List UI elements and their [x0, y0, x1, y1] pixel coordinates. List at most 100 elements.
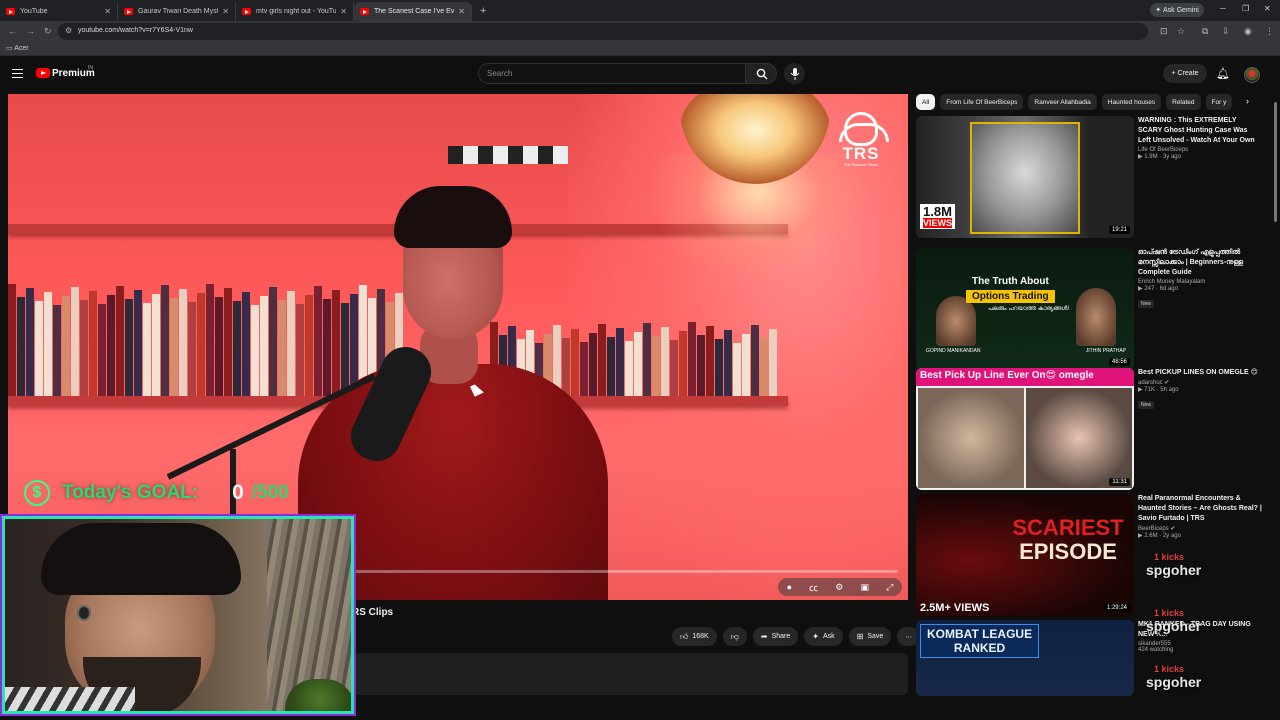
book-spine — [143, 303, 151, 396]
thumbnail-name-right: JITHIN PRATHAP — [1085, 348, 1126, 354]
browser-tab[interactable]: mtv girls night out - YouTube ✕ — [236, 2, 354, 21]
channel-name[interactable]: BeerBiceps ✔ — [1138, 525, 1262, 532]
create-label: Create — [1177, 70, 1199, 77]
save-button[interactable]: ⊞ Save — [848, 627, 892, 646]
miniplayer-icon[interactable]: ▣ — [861, 582, 870, 593]
video-thumbnail[interactable]: SCARIEST EPISODE 2.5M+ VIEWS 1:29:24 — [916, 494, 1134, 616]
browser-tab[interactable]: Gaurav Tiwari Death Mystery S ✕ — [118, 2, 236, 21]
book-spine — [224, 288, 232, 396]
autoplay-toggle-icon[interactable]: ● — [787, 582, 792, 592]
book-spine — [26, 288, 34, 396]
maximize-icon[interactable]: ❐ — [1242, 4, 1249, 13]
share-icon: ➦ — [760, 632, 768, 641]
book-spine — [107, 295, 115, 396]
reload-icon[interactable]: ↻ — [44, 26, 52, 37]
chevron-right-icon[interactable]: › — [1246, 96, 1249, 106]
close-tab-icon[interactable]: ✕ — [458, 7, 465, 16]
install-icon[interactable]: ⊡ — [1160, 26, 1168, 37]
book-spine — [206, 284, 214, 396]
thumbnail-text: The Truth About — [972, 276, 1049, 287]
search-input[interactable]: Search — [478, 63, 746, 84]
video-title[interactable]: ഓപ്ഷൻ ട്രേഡിംഗ് എളുപ്പത്തിൽ മനസ്സിലാക്കാ… — [1138, 248, 1262, 278]
chip-from-channel[interactable]: From Life Of BeerBiceps — [940, 94, 1024, 110]
youtube-logo-icon[interactable] — [36, 68, 50, 78]
extensions-icon[interactable]: ⧉ — [1202, 26, 1208, 37]
back-icon[interactable]: ← — [8, 26, 17, 36]
thumbnail-views-count: 1.8M — [923, 204, 953, 219]
search-button[interactable] — [745, 63, 777, 84]
save-label: Save — [867, 633, 884, 640]
book-spine — [314, 286, 322, 396]
book-spine — [661, 327, 669, 396]
create-button[interactable]: + Create — [1163, 64, 1207, 83]
subtitles-icon[interactable]: ㏄ — [809, 581, 818, 594]
chip-for-you[interactable]: For y — [1205, 94, 1233, 110]
chip-ranveer-allahbadia[interactable]: Ranveer Allahbadia — [1028, 94, 1097, 110]
video-thumbnail[interactable]: KOMBAT LEAGUE RANKED — [916, 620, 1134, 696]
bookmark-folder[interactable]: ▭ Acer — [6, 44, 29, 52]
close-tab-icon[interactable]: ✕ — [222, 7, 229, 16]
video-title[interactable]: WARNING : This EXTREMELY SCARY Ghost Hun… — [1138, 116, 1262, 146]
youtube-masthead: Premium IN Search + Create 🔔︎ — [0, 56, 1280, 94]
url-input[interactable]: ⚙ youtube.com/watch?v=r7Y6S4-V1nw — [58, 23, 1148, 40]
book-spine — [616, 328, 624, 396]
browser-tab[interactable]: YouTube ✕ — [0, 2, 118, 21]
thumbnail-text-line: EPISODE — [1019, 539, 1117, 564]
chip-all[interactable]: All — [916, 94, 936, 110]
description-box[interactable] — [352, 653, 908, 695]
new-tab-button[interactable]: + — [480, 5, 486, 17]
site-info-icon[interactable]: ⚙ — [65, 26, 72, 35]
goal-target: /500 — [251, 482, 289, 503]
share-button[interactable]: ➦ Share — [752, 627, 799, 646]
recommendation-item[interactable]: KOMBAT LEAGUE RANKED MK1 RANKED - TBAG DA… — [916, 620, 1262, 696]
youtube-favicon-icon — [242, 8, 251, 15]
ask-button[interactable]: ✦ Ask — [804, 627, 843, 646]
thumbnail-image — [970, 122, 1080, 234]
video-title[interactable]: Real Paranormal Encounters & Haunted Sto… — [1138, 494, 1262, 524]
close-window-icon[interactable]: ✕ — [1264, 4, 1271, 13]
bookmarks-bar: ▭ Acer — [0, 42, 1280, 56]
dislike-button[interactable]: 👎︎ — [722, 627, 747, 646]
close-tab-icon[interactable]: ✕ — [104, 7, 111, 16]
channel-name[interactable]: RS Clips — [352, 607, 393, 618]
chip-haunted-houses[interactable]: Haunted houses — [1101, 94, 1162, 110]
url-text: youtube.com/watch?v=r7Y6S4-V1nw — [78, 27, 193, 34]
settings-gear-icon[interactable]: ⚙ — [835, 582, 843, 593]
like-button[interactable]: 👍︎ 168K — [672, 627, 717, 646]
close-tab-icon[interactable]: ✕ — [340, 7, 347, 16]
profile-icon[interactable]: ◉ — [1244, 26, 1252, 37]
kick-alert: 1 kicks spgoher — [1146, 664, 1201, 690]
notifications-bell-icon[interactable]: 🔔︎ — [1216, 67, 1230, 80]
earbud-icon — [77, 605, 91, 621]
video-title[interactable]: Best PICKUP LINES ON OMEGLE 😊 — [1138, 368, 1262, 378]
recommendation-item[interactable]: 1.8M VIEWS 19:21 WARNING : This EXTREMELY… — [916, 116, 1262, 238]
video-thumbnail[interactable]: 1.8M VIEWS 19:21 — [916, 116, 1134, 238]
bookmark-star-icon[interactable]: ☆ — [1177, 26, 1185, 37]
tab-title: Gaurav Tiwari Death Mystery S — [138, 8, 218, 15]
voice-search-button[interactable] — [784, 63, 805, 84]
forward-icon[interactable]: → — [26, 26, 35, 36]
sparkle-icon: ✦ — [812, 632, 819, 641]
avatar[interactable] — [1244, 67, 1260, 83]
share-label: Share — [771, 633, 791, 640]
video-thumbnail[interactable]: Best Pick Up Line Ever On😍 omegle 11:31 — [916, 368, 1134, 490]
scrollbar-thumb[interactable] — [1274, 102, 1277, 222]
tab-title: mtv girls night out - YouTube — [256, 8, 337, 15]
ask-gemini-button[interactable]: ✦ Ask Gemini — [1150, 3, 1204, 17]
recommendation-item[interactable]: Best Pick Up Line Ever On😍 omegle 11:31 … — [916, 368, 1262, 490]
fullscreen-icon[interactable]: ⤢ — [886, 582, 893, 593]
book-spine — [598, 324, 606, 396]
channel-name[interactable]: adarshuc ✔ — [1138, 379, 1262, 386]
recommendation-item[interactable]: The Truth About Options Trading പലരും പറ… — [916, 248, 1262, 370]
minimize-icon[interactable]: ─ — [1220, 4, 1226, 13]
recommendation-item[interactable]: SCARIEST EPISODE 2.5M+ VIEWS 1:29:24 Real… — [916, 494, 1262, 616]
browser-tab-active[interactable]: The Scariest Case I've Ever Solv ✕ — [354, 2, 472, 21]
menu-dots-icon[interactable]: ⋮ — [1265, 26, 1274, 37]
thumbnail-text: SCARIEST EPISODE — [1008, 516, 1128, 564]
thumbnail-views-text: 1.8M VIEWS — [920, 204, 956, 229]
hamburger-menu-icon[interactable] — [12, 69, 23, 78]
download-icon[interactable]: ⇩ — [1222, 26, 1230, 37]
chip-related[interactable]: Related — [1166, 94, 1201, 110]
video-thumbnail[interactable]: The Truth About Options Trading പലരും പറ… — [916, 248, 1134, 370]
book-spine — [170, 298, 178, 396]
